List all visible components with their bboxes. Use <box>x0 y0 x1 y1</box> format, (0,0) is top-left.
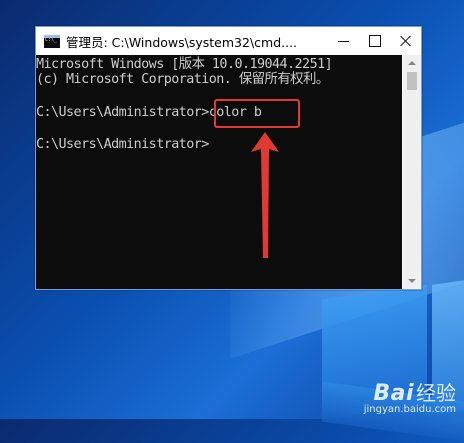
watermark-logo: Bai 经验 <box>373 381 456 406</box>
cmd-window[interactable]: 管理员: C:\Windows\system32\cmd.... Microso… <box>35 26 422 290</box>
scrollbar-thumb[interactable] <box>407 72 417 90</box>
minimize-button[interactable] <box>328 27 359 55</box>
cmd-icon[interactable] <box>44 34 60 48</box>
arrow-up-icon <box>408 61 416 65</box>
scroll-down-button[interactable] <box>403 273 421 289</box>
arrow-down-icon <box>408 279 416 283</box>
annotation-arrow-icon <box>251 132 279 258</box>
console-line: Microsoft Windows [版本 10.0.19044.2251] <box>36 57 333 72</box>
console-prompt-line: C:\Users\Administrator> <box>36 137 209 152</box>
close-button[interactable] <box>390 27 421 55</box>
vertical-scrollbar[interactable] <box>403 55 421 289</box>
console-output[interactable]: Microsoft Windows [版本 10.0.19044.2251] (… <box>36 55 402 289</box>
title-bar[interactable]: 管理员: C:\Windows\system32\cmd.... <box>36 27 421 55</box>
minimize-icon <box>338 40 349 42</box>
watermark-url: jingyan.baidu.com <box>363 404 456 415</box>
baidu-jingyan-watermark: Bai 经验 jingyan.baidu.com <box>364 377 456 415</box>
maximize-icon <box>368 35 381 47</box>
window-title: 管理员: C:\Windows\system32\cmd.... <box>66 34 298 50</box>
maximize-button[interactable] <box>359 27 390 55</box>
scroll-up-button[interactable] <box>403 55 421 71</box>
highlight-box <box>214 99 300 128</box>
console-line: (c) Microsoft Corporation. 保留所有权利。 <box>36 72 329 87</box>
close-icon <box>400 35 412 47</box>
